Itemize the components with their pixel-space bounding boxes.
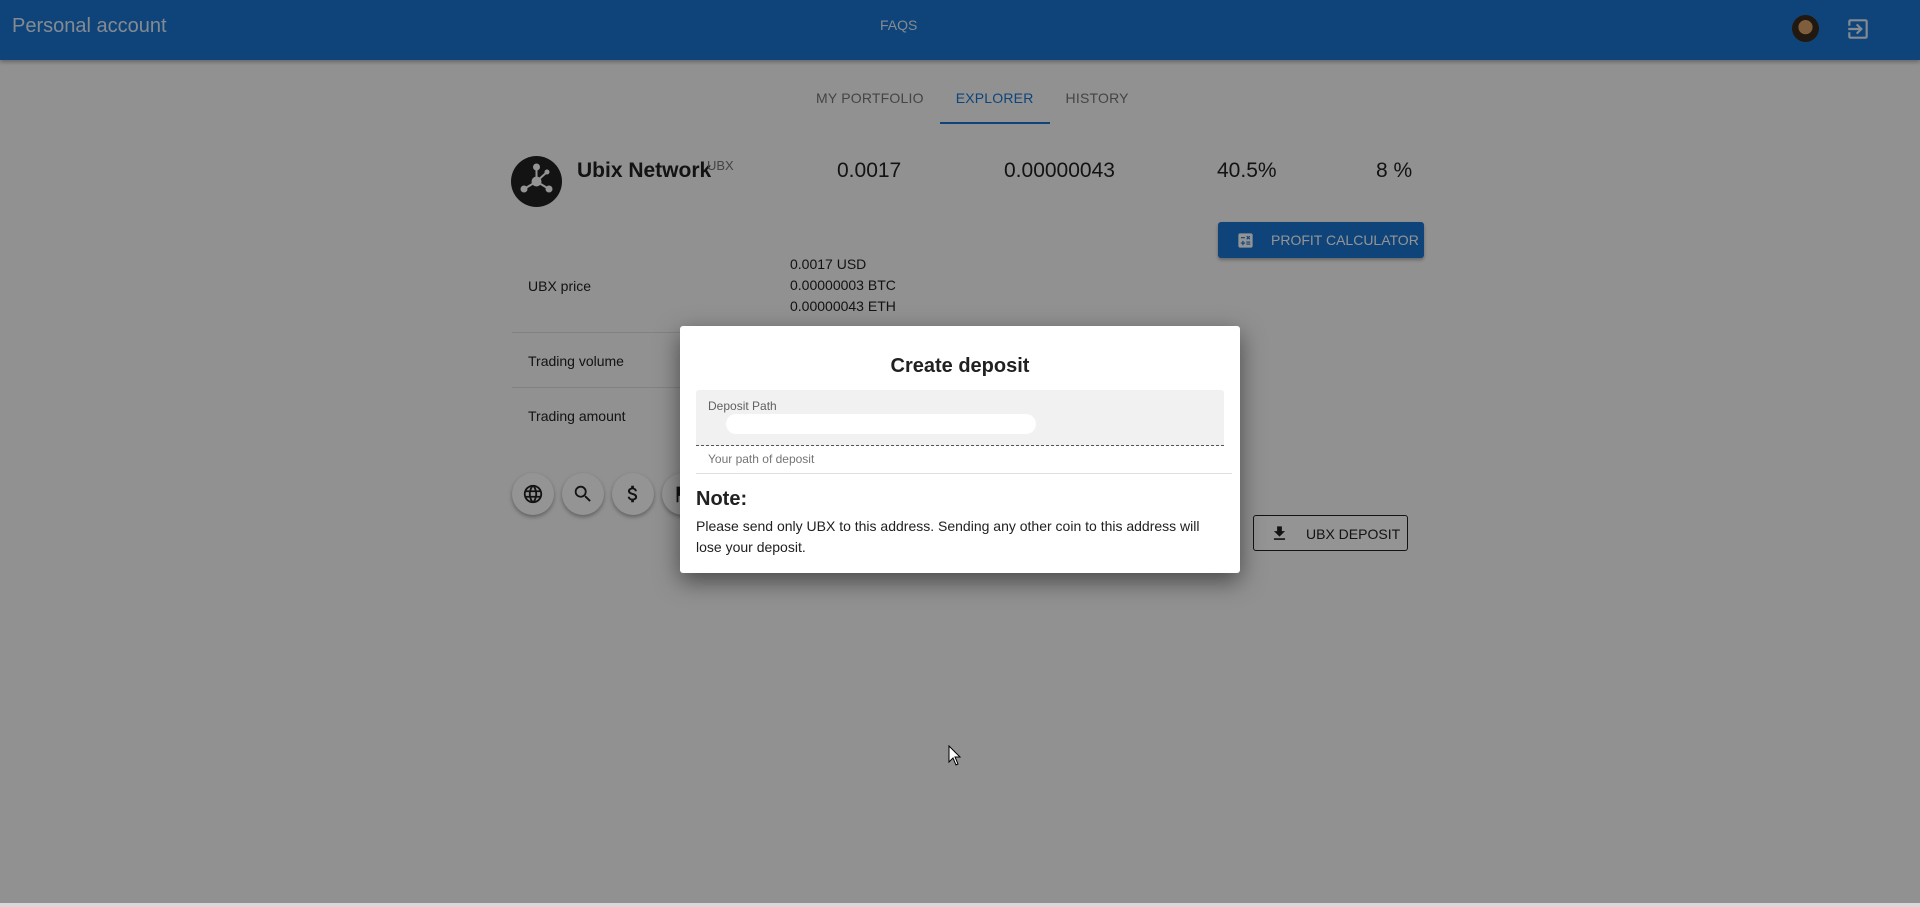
deposit-path-hint: Your path of deposit [708, 452, 815, 466]
deposit-path-label: Deposit Path [708, 399, 777, 413]
note-heading: Note: [696, 488, 748, 510]
dialog-title: Create deposit [890, 355, 1030, 377]
deposit-path-field[interactable]: Deposit Path [696, 390, 1224, 446]
mouse-cursor-icon [948, 744, 962, 767]
note-text: Please send only UBX to this address. Se… [696, 518, 1200, 555]
create-deposit-dialog: Create deposit Deposit Path Your path of… [680, 326, 1240, 573]
redacted-value [726, 414, 1036, 434]
taskbar-strip [0, 903, 1920, 907]
divider [696, 473, 1232, 474]
